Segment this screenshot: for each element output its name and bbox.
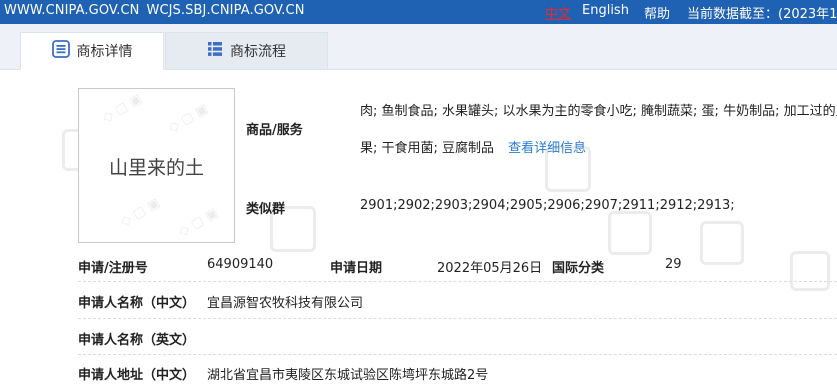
row-divider xyxy=(78,354,837,355)
row-divider xyxy=(78,318,837,319)
language-chinese-link[interactable]: 中文 xyxy=(545,3,571,22)
registration-number-label: 申请/注册号 xyxy=(78,261,148,276)
help-link[interactable]: 帮助 xyxy=(644,3,670,22)
image-watermark: ◇ ▢ ▣ xyxy=(100,91,145,126)
goods-services-label: 商品/服务 xyxy=(246,123,303,138)
tab-trademark-process-label: 商标流程 xyxy=(230,44,286,60)
application-date-label: 申请日期 xyxy=(330,261,383,276)
international-class-value: 29 xyxy=(665,257,682,272)
applicant-name-cn-label: 申请人名称（中文） xyxy=(78,296,196,311)
application-date-value: 2022年05月26日 xyxy=(437,261,543,276)
row-divider xyxy=(78,281,837,282)
similar-group-label: 类似群 xyxy=(246,202,286,217)
data-cutoff-text: 当前数据截至：(2023年12 xyxy=(687,7,837,22)
watermark-stamp xyxy=(700,221,744,265)
document-list-icon xyxy=(51,40,70,62)
tab-bar: 商标详情 商标流程 xyxy=(0,24,837,70)
site-links: WWW.CNIPA.GOV.CN WCJS.SBJ.CNIPA.GOV.CN xyxy=(4,3,312,18)
applicant-address-label: 申请人地址（中文） xyxy=(78,368,196,383)
language-english-link[interactable]: English xyxy=(582,3,629,18)
tab-trademark-details[interactable]: 商标详情 xyxy=(20,32,164,70)
top-bar: WWW.CNIPA.GOV.CN WCJS.SBJ.CNIPA.GOV.CN 中文… xyxy=(0,0,837,24)
goods-services-text: 果; 干食用菌; 豆腐制品 xyxy=(360,141,495,156)
watermark-stamp xyxy=(790,251,830,291)
cnipa-site-link[interactable]: WWW.CNIPA.GOV.CN xyxy=(4,3,139,18)
trademark-image[interactable]: ◇ ▢ ▣ ◇ ▢ ▣ ◇ ▢ ▣ ◇ ▢ ▣ 山里来的土 xyxy=(78,88,235,243)
image-watermark: ◇ ▢ ▣ xyxy=(118,195,163,230)
grid-list-icon xyxy=(207,41,223,61)
applicant-name-en-label: 申请人名称（英文） xyxy=(78,333,196,348)
tab-trademark-process[interactable]: 商标流程 xyxy=(165,32,328,70)
goods-services-line-1: 肉; 鱼制食品; 水果罐头; 以水果为主的零食小吃; 腌制蔬菜; 蛋; 牛奶制品… xyxy=(360,104,837,119)
goods-services-line-2: 果; 干食用菌; 豆腐制品 查看详细信息 xyxy=(360,137,586,156)
trademark-detail-panel: ◇ ▢ ▣ ◇ ▢ ▣ ◇ ▢ ▣ ◇ ▢ ▣ 山里来的土 商品/服务 肉; 鱼… xyxy=(0,71,837,391)
image-watermark: ◇ ▢ ▣ xyxy=(176,205,221,240)
image-watermark: ◇ ▢ ▣ xyxy=(166,101,211,136)
trademark-text: 山里来的土 xyxy=(108,157,204,179)
view-details-link[interactable]: 查看详细信息 xyxy=(508,141,586,156)
international-class-label: 国际分类 xyxy=(552,261,605,276)
applicant-address-value: 湖北省宜昌市夷陵区东城试验区陈塆坪东城路2号 xyxy=(207,368,489,383)
similar-group-value: 2901;2902;2903;2904;2905;2906;2907;2911;… xyxy=(360,198,735,213)
watermark-stamp xyxy=(608,211,652,255)
registration-number-value: 64909140 xyxy=(207,257,274,272)
applicant-name-cn-value: 宜昌源智农牧科技有限公司 xyxy=(207,296,364,311)
tab-trademark-details-label: 商标详情 xyxy=(76,44,133,60)
wcjs-site-link[interactable]: WCJS.SBJ.CNIPA.GOV.CN xyxy=(146,3,304,18)
